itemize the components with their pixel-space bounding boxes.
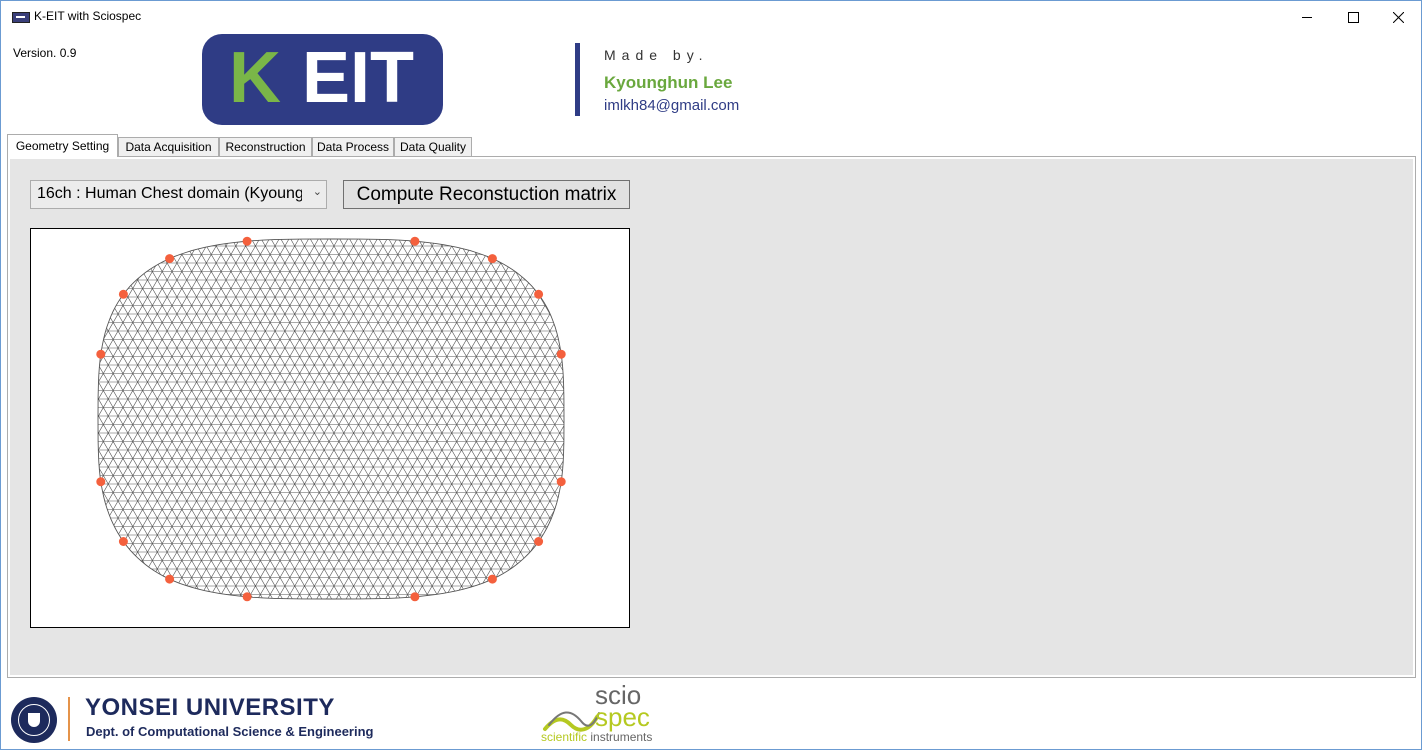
mesh-grid [98,239,564,599]
window-title: K-EIT with Sciospec [34,9,142,23]
title-bar[interactable]: K-EIT with Sciospec [1,1,1421,33]
university-name: YONSEI UNIVERSITY [85,694,335,721]
app-window: K-EIT with Sciospec Version. 0.9 K EIT M… [0,0,1422,750]
domain-select[interactable]: 16ch : Human Chest domain (Kyounghun ⌄ [30,180,327,209]
electrode-marker [242,236,252,246]
author-name: Kyounghun Lee [604,73,733,92]
app-icon [12,12,30,23]
electrode-marker [96,349,106,359]
compute-reconstruction-button[interactable]: Compute Reconstuction matrix [343,180,630,209]
logo-k-text: K [229,38,281,118]
mesh-canvas [96,236,566,602]
footer-divider [68,697,70,741]
mesh-boundary [97,238,565,600]
electrode-marker [118,537,128,546]
tab-data-acquisition[interactable]: Data Acquisition [118,137,219,156]
tab-geometry-setting[interactable]: Geometry Setting [7,134,118,157]
logo-eit-text: EIT [302,38,415,118]
maximize-icon [1347,11,1359,23]
electrode-marker [118,289,128,299]
minimize-icon [1301,16,1312,18]
close-button[interactable] [1375,1,1421,33]
electrode-marker [165,254,175,264]
maximize-button[interactable] [1330,1,1376,33]
sciospec-spec-text: spec [595,702,650,732]
electrode-marker [534,537,544,546]
tab-reconstruction[interactable]: Reconstruction [219,137,312,156]
electrode-marker [410,592,420,602]
tagline-scientific: scientific [541,730,588,744]
author-email: imlkh84@gmail.com [604,97,740,114]
made-by-divider [575,43,580,116]
tagline-instruments: instruments [590,730,653,744]
electrode-marker [242,592,252,602]
seal-emblem [18,704,50,736]
electrode-marker [487,254,497,264]
tab-data-process[interactable]: Data Process [312,137,394,156]
electrode-marker [96,477,106,487]
keit-logo: K EIT [202,34,443,125]
made-by-label: Made by. [604,47,709,63]
mesh-plot [30,228,630,628]
yonsei-seal-logo [11,697,57,743]
sciospec-tagline: scientific instruments [541,730,652,744]
electrode-marker [487,574,497,584]
electrode-marker [165,574,175,584]
mesh-lines [98,239,564,599]
electrode-marker [410,236,420,246]
tab-data-quality[interactable]: Data Quality [394,137,472,156]
chevron-down-icon[interactable]: ⌄ [313,185,322,198]
domain-select-value: 16ch : Human Chest domain (Kyounghun [37,185,302,202]
version-label: Version. 0.9 [13,46,77,60]
close-icon [1392,11,1404,23]
electrode-marker [534,289,544,299]
department-name: Dept. of Computational Science & Enginee… [86,724,374,739]
electrode-marker [556,477,566,487]
minimize-button[interactable] [1284,1,1330,33]
electrode-marker [556,349,566,359]
